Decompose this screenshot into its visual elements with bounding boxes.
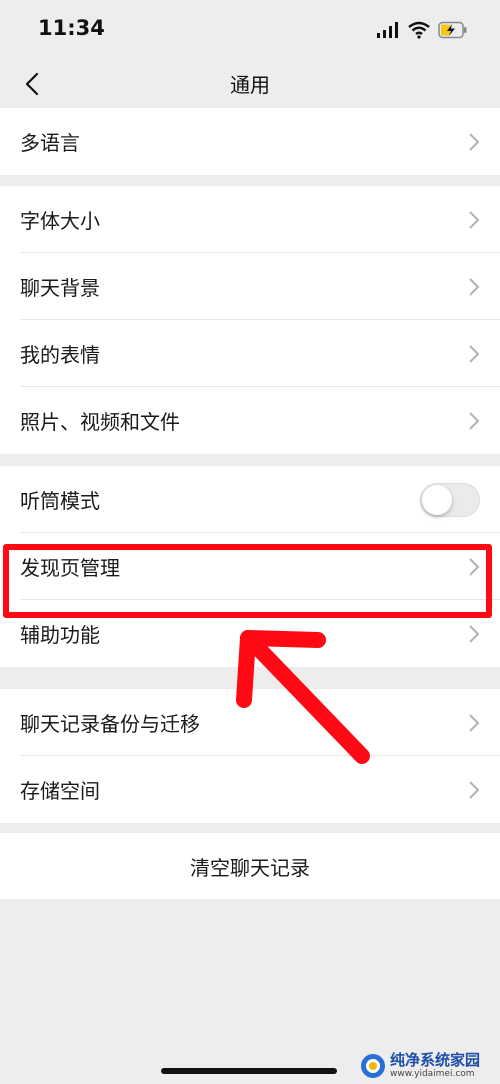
status-time: 11:34	[38, 16, 105, 40]
battery-charging-icon	[438, 21, 467, 39]
page-title: 通用	[230, 73, 270, 97]
chevron-right-icon	[469, 133, 480, 151]
row-chat-backup-migrate[interactable]: 聊天记录备份与迁移	[0, 689, 500, 756]
chevron-right-icon	[469, 714, 480, 732]
highlight-box	[3, 544, 492, 618]
watermark-logo-icon	[361, 1054, 385, 1078]
row-label: 聊天背景	[20, 276, 100, 300]
row-label: 存储空间	[20, 779, 100, 803]
watermark: 纯净系统家园 www.yidaimei.com	[360, 1050, 498, 1082]
clear-chat-history-button[interactable]: 清空聊天记录	[0, 833, 500, 899]
row-chat-background[interactable]: 聊天背景	[0, 253, 500, 320]
cellular-signal-icon	[377, 22, 398, 38]
row-label: 听筒模式	[20, 489, 100, 513]
row-storage[interactable]: 存储空间	[0, 756, 500, 823]
watermark-title: 纯净系统家园	[390, 1051, 481, 1069]
chevron-right-icon	[469, 211, 480, 229]
earpiece-mode-toggle[interactable]	[420, 483, 480, 517]
row-language[interactable]: 多语言	[0, 108, 500, 175]
toggle-knob	[422, 485, 452, 515]
settings-group-storage: 聊天记录备份与迁移 存储空间	[0, 689, 500, 823]
wifi-icon	[408, 21, 430, 39]
status-bar: 11:34	[0, 0, 500, 60]
row-label: 辅助功能	[20, 623, 100, 647]
row-earpiece-mode: 听筒模式	[0, 466, 500, 533]
row-font-size[interactable]: 字体大小	[0, 186, 500, 253]
chevron-right-icon	[469, 625, 480, 643]
clear-chat-history-label: 清空聊天记录	[190, 855, 310, 880]
watermark-url: www.yidaimei.com	[390, 1069, 475, 1079]
row-label: 照片、视频和文件	[20, 410, 180, 434]
home-indicator[interactable]	[161, 1068, 337, 1074]
chevron-right-icon	[469, 278, 480, 296]
chevron-right-icon	[469, 781, 480, 799]
chevron-right-icon	[469, 412, 480, 430]
row-label: 聊天记录备份与迁移	[20, 712, 200, 736]
settings-group-language: 多语言	[0, 108, 500, 175]
row-label: 我的表情	[20, 343, 100, 367]
row-label: 多语言	[20, 131, 80, 155]
settings-group-display: 字体大小 聊天背景 我的表情 照片、视频和文件	[0, 186, 500, 454]
status-icons	[376, 18, 468, 42]
chevron-right-icon	[469, 345, 480, 363]
row-photos-videos-files[interactable]: 照片、视频和文件	[0, 387, 500, 454]
row-my-stickers[interactable]: 我的表情	[0, 320, 500, 387]
settings-group-clear: 清空聊天记录	[0, 833, 500, 899]
nav-bar: 通用	[0, 60, 500, 108]
row-label: 字体大小	[20, 209, 100, 233]
